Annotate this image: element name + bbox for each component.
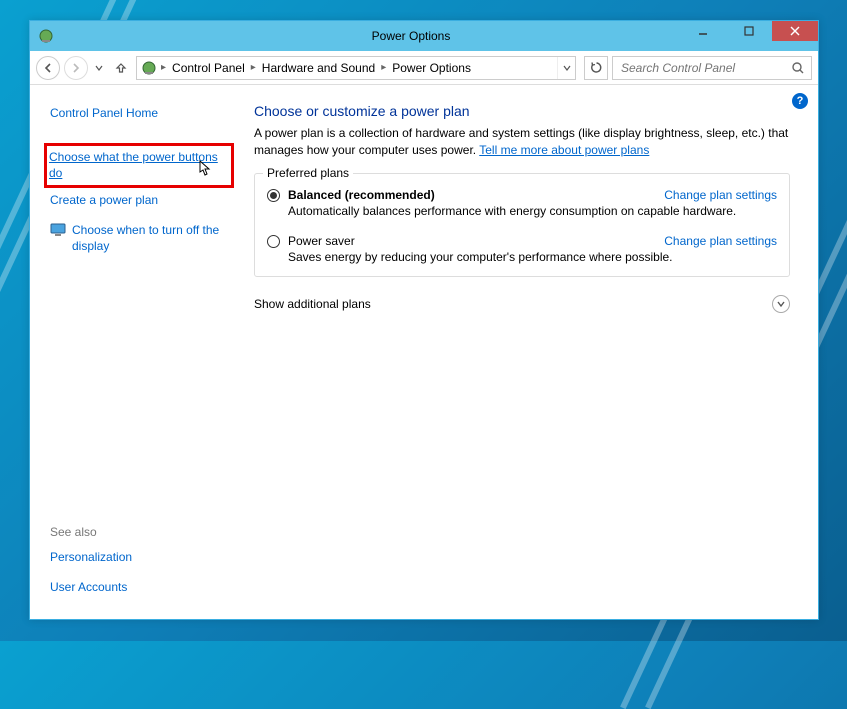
- cursor-icon: [195, 160, 211, 180]
- see-also-label: See also: [50, 525, 230, 539]
- choose-display-off-link[interactable]: Choose when to turn off the display: [50, 222, 230, 254]
- highlight-annotation: Choose what the power buttons do: [44, 143, 234, 187]
- plan-desc-balanced: Automatically balances performance with …: [288, 204, 777, 218]
- breadcrumb-power-options[interactable]: Power Options: [386, 57, 477, 79]
- preferred-plans-label: Preferred plans: [263, 166, 353, 180]
- navbar: ▸ Control Panel ▸ Hardware and Sound ▸ P…: [30, 51, 818, 85]
- address-bar[interactable]: ▸ Control Panel ▸ Hardware and Sound ▸ P…: [136, 56, 576, 80]
- create-power-plan-link[interactable]: Create a power plan: [50, 192, 230, 208]
- monitor-icon: [50, 223, 66, 237]
- power-options-icon: [141, 60, 157, 76]
- page-heading: Choose or customize a power plan: [254, 103, 790, 119]
- close-button[interactable]: [772, 21, 818, 41]
- plan-name-powersaver[interactable]: Power saver: [288, 234, 664, 248]
- forward-button[interactable]: [64, 56, 88, 80]
- plan-desc-powersaver: Saves energy by reducing your computer's…: [288, 250, 777, 264]
- breadcrumb-control-panel[interactable]: Control Panel: [166, 57, 251, 79]
- up-button[interactable]: [110, 57, 132, 79]
- titlebar: Power Options: [30, 21, 818, 51]
- page-description: A power plan is a collection of hardware…: [254, 125, 790, 159]
- control-panel-home-link[interactable]: Control Panel Home: [50, 105, 230, 121]
- help-icon[interactable]: ?: [792, 93, 808, 109]
- personalization-link[interactable]: Personalization: [50, 549, 230, 565]
- window: Power Options: [29, 20, 819, 620]
- plan-row-powersaver: Power saver Change plan settings: [267, 234, 777, 248]
- search-input[interactable]: [619, 60, 791, 76]
- choose-display-off-label: Choose when to turn off the display: [72, 222, 230, 254]
- recent-locations-dropdown[interactable]: [92, 64, 106, 72]
- plan-row-balanced: Balanced (recommended) Change plan setti…: [267, 188, 777, 202]
- plan-radio-powersaver[interactable]: [267, 235, 280, 248]
- address-dropdown[interactable]: [557, 57, 575, 79]
- refresh-button[interactable]: [584, 56, 608, 80]
- show-additional-plans[interactable]: Show additional plans: [254, 295, 790, 313]
- minimize-button[interactable]: [680, 21, 726, 41]
- sidebar: Control Panel Home Choose what the power…: [30, 85, 240, 619]
- show-additional-label: Show additional plans: [254, 297, 371, 311]
- preferred-plans-group: Preferred plans Balanced (recommended) C…: [254, 173, 790, 277]
- chevron-down-icon: [772, 295, 790, 313]
- change-settings-powersaver[interactable]: Change plan settings: [664, 234, 777, 248]
- back-button[interactable]: [36, 56, 60, 80]
- learn-more-link[interactable]: Tell me more about power plans: [479, 143, 649, 157]
- plan-name-balanced[interactable]: Balanced (recommended): [288, 188, 664, 202]
- search-box[interactable]: [612, 56, 812, 80]
- main-content: Choose or customize a power plan A power…: [240, 85, 818, 619]
- user-accounts-link[interactable]: User Accounts: [50, 579, 230, 595]
- search-icon[interactable]: [791, 61, 805, 75]
- change-settings-balanced[interactable]: Change plan settings: [664, 188, 777, 202]
- maximize-button[interactable]: [726, 21, 772, 41]
- breadcrumb-hardware-sound[interactable]: Hardware and Sound: [256, 57, 381, 79]
- plan-radio-balanced[interactable]: [267, 189, 280, 202]
